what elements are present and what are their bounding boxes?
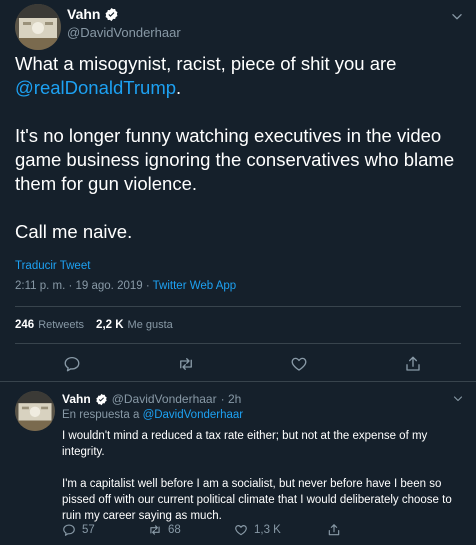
reply-icon: [63, 524, 75, 536]
like-icon: [235, 525, 247, 536]
tweet-paragraph-1: What a misogynist, racist, piece of shit…: [15, 52, 465, 100]
retweets-stat[interactable]: 246 Retweets: [15, 319, 84, 331]
reply-tweet[interactable]: Vahn @DavidVonderhaar · 2h En respuesta …: [0, 383, 476, 545]
tweet-text-line: What a misogynist, racist, piece of shit…: [15, 53, 397, 74]
tweet-meta: 2:11 p. m. · 19 ago. 2019 · Twitter Web …: [15, 280, 236, 292]
mention-suffix: .: [176, 77, 182, 98]
engagement-stats: 246 Retweets 2,2 K Me gusta: [15, 319, 173, 331]
author-name[interactable]: Vahn: [67, 6, 100, 22]
reply-retweet-action[interactable]: 68: [148, 523, 181, 537]
divider: [15, 343, 461, 344]
reply-avatar[interactable]: [15, 391, 55, 431]
in-reply-handle[interactable]: @DavidVonderhaar: [143, 409, 244, 421]
reply-like-action[interactable]: 1,3 K: [234, 523, 281, 537]
in-reply-prefix: En respuesta a: [62, 409, 143, 421]
reply-header: Vahn @DavidVonderhaar · 2h: [62, 392, 241, 406]
like-icon[interactable]: [290, 355, 308, 373]
main-tweet: Vahn @DavidVonderhaar What a misogynist,…: [0, 0, 476, 382]
translate-link[interactable]: Traducir Tweet: [15, 260, 90, 272]
retweet-icon[interactable]: [177, 355, 195, 373]
share-icon: [328, 524, 340, 536]
tweet-paragraph-3: Call me naive.: [15, 221, 133, 242]
mention-link[interactable]: @realDonaldTrump: [15, 77, 176, 98]
avatar[interactable]: [15, 4, 61, 50]
timestamp[interactable]: 2:11 p. m. · 19 ago. 2019 ·: [15, 280, 153, 292]
reply-count: 57: [82, 524, 95, 536]
reply-author-handle[interactable]: @DavidVonderhaar: [112, 392, 217, 406]
chevron-down-icon[interactable]: [452, 393, 464, 405]
share-icon[interactable]: [404, 355, 422, 373]
reply-time[interactable]: · 2h: [221, 392, 242, 406]
retweet-count: 68: [168, 524, 181, 536]
author-name-row[interactable]: Vahn: [67, 6, 119, 22]
reply-author-name[interactable]: Vahn: [62, 392, 91, 406]
divider: [15, 306, 461, 307]
tweet-paragraph-2: It's no longer funny watching executives…: [15, 125, 455, 194]
reply-actions: 57 68 1,3 K: [62, 523, 462, 539]
like-count: 1,3 K: [254, 524, 281, 536]
tweet-text: What a misogynist, racist, piece of shit…: [15, 52, 465, 244]
source-app-link[interactable]: Twitter Web App: [153, 280, 237, 292]
avatar-image: [15, 4, 61, 50]
tweet-actions: [0, 355, 476, 375]
retweet-icon: [150, 525, 160, 535]
likes-label: Me gusta: [127, 319, 173, 331]
reply-paragraph-2: I'm a capitalist well before I am a soci…: [62, 478, 452, 522]
reply-reply-action[interactable]: 57: [62, 523, 95, 537]
retweets-count: 246: [15, 319, 35, 331]
likes-count: 2,2 K: [96, 319, 124, 331]
reply-share-action[interactable]: [327, 523, 341, 537]
chevron-down-icon[interactable]: [450, 10, 464, 24]
reply-icon[interactable]: [63, 355, 81, 373]
in-reply-to: En respuesta a @DavidVonderhaar: [62, 409, 243, 421]
reply-avatar-image: [15, 391, 55, 431]
likes-stat[interactable]: 2,2 K Me gusta: [96, 319, 173, 331]
author-handle[interactable]: @DavidVonderhaar: [67, 25, 181, 40]
reply-paragraph-1: I wouldn't mind a reduced a tax rate eit…: [62, 430, 428, 458]
verified-badge-icon: [106, 7, 118, 21]
retweets-label: Retweets: [38, 319, 85, 331]
verified-badge-icon: [96, 393, 107, 405]
